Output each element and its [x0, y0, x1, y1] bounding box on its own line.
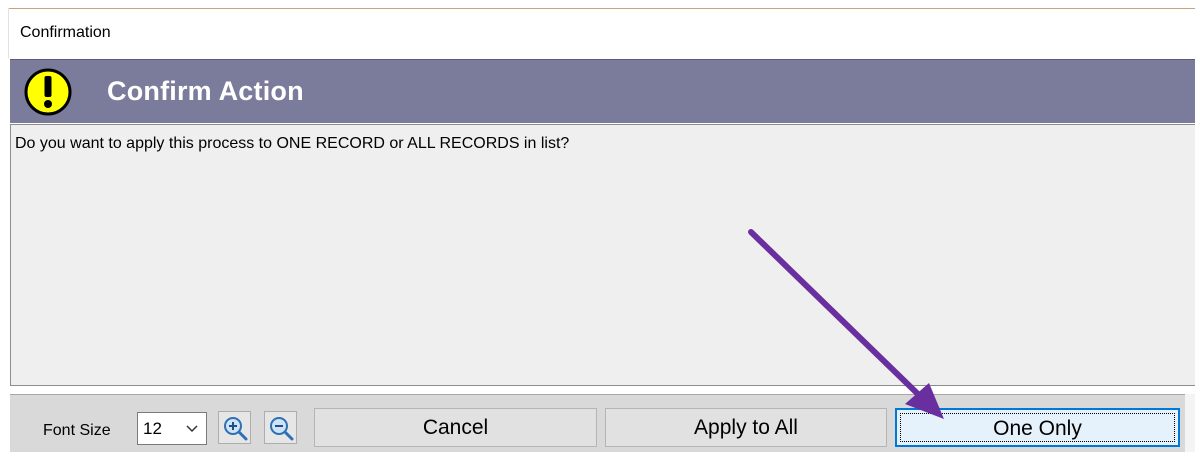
- apply-to-all-button[interactable]: Apply to All: [605, 408, 887, 447]
- exclamation-warning-icon: [23, 67, 73, 117]
- window-right-edge: [1185, 394, 1195, 452]
- cancel-button[interactable]: Cancel: [314, 408, 597, 447]
- dialog-heading: Confirm Action: [107, 76, 304, 106]
- dialog-footer: Font Size 12 Cancel Apply to All One Onl…: [10, 394, 1185, 452]
- window-title: Confirmation: [20, 24, 111, 41]
- zoom-out-icon: [270, 417, 294, 441]
- zoom-in-icon: [224, 417, 248, 441]
- dialog-header: Confirm Action: [10, 59, 1195, 123]
- font-size-label: Font Size: [43, 422, 111, 439]
- confirmation-dialog: Confirmation Confirm Action Do you want …: [0, 0, 1195, 452]
- window-top-border: [8, 8, 1195, 9]
- confirmation-message: Do you want to apply this process to ONE…: [15, 135, 570, 152]
- apply-to-all-button-label: Apply to All: [694, 416, 798, 439]
- cancel-button-label: Cancel: [422, 416, 489, 439]
- font-size-value: 12: [143, 419, 162, 438]
- window-left-border: [8, 8, 9, 58]
- one-only-button[interactable]: One Only: [895, 408, 1180, 447]
- message-area: Do you want to apply this process to ONE…: [10, 124, 1195, 386]
- font-size-select[interactable]: 12: [137, 412, 207, 445]
- chevron-down-icon: [185, 422, 199, 436]
- zoom-in-button[interactable]: [218, 411, 251, 444]
- one-only-button-label: One Only: [993, 417, 1082, 440]
- zoom-out-button[interactable]: [264, 411, 297, 444]
